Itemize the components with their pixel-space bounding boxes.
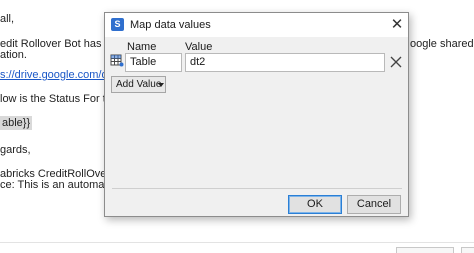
map-data-values-dialog: S Map data values ✕ Name Value Table dt2… [104,12,409,217]
cancel-button[interactable]: Cancel [347,195,401,214]
close-icon[interactable]: ✕ [389,16,405,33]
footer-control-right[interactable] [461,247,474,253]
dialog-separator [112,188,402,189]
row-name-field[interactable]: Table [125,53,182,72]
add-value-label: Add Value [116,79,162,90]
dialog-titlebar: S Map data values ✕ [105,13,408,37]
ok-button[interactable]: OK [288,195,342,214]
email-table-placeholder: able}} [0,116,33,130]
email-line-2: ation. [0,49,27,61]
email-line-1-right: oogle shared driv [410,38,474,50]
value-column-header: Value [185,41,213,53]
email-greeting: all, [0,13,15,25]
footer-divider [0,242,474,243]
remove-row-icon[interactable] [387,53,405,71]
dialog-title: Map data values [130,19,211,31]
app-icon: S [111,18,124,31]
row-value-field[interactable]: dt2 [185,53,385,72]
table-grid-icon [110,54,124,67]
email-regards: gards, [0,144,31,156]
dropdown-caret-icon [158,83,164,87]
footer-control-left[interactable] [396,247,454,253]
name-column-header: Name [127,41,157,53]
add-value-button[interactable]: Add Value [111,76,166,93]
